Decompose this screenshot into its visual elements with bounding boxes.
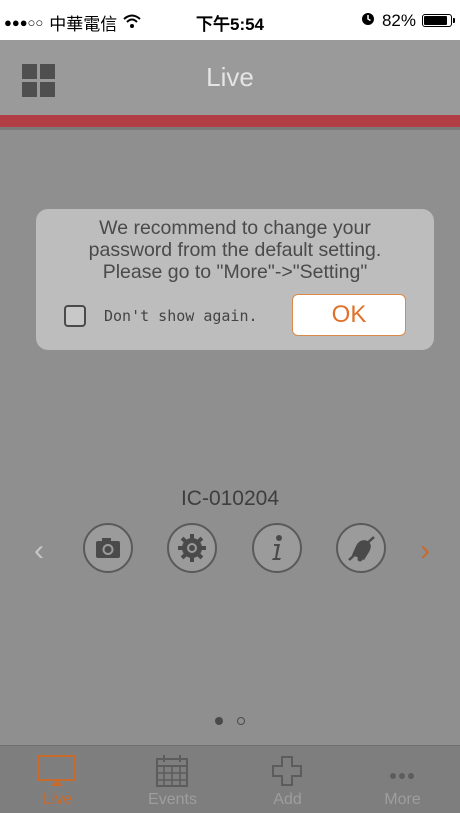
more-icon — [390, 773, 414, 779]
alarm-toggle-button[interactable] — [336, 523, 386, 573]
plus-icon — [272, 756, 302, 786]
calendar-icon — [156, 755, 188, 787]
tab-more[interactable]: More — [345, 746, 460, 813]
page-title: Live — [206, 62, 254, 92]
status-bar: ●●●○○ 中華電信 下午5:54 82% — [0, 0, 460, 40]
tab-events[interactable]: Events — [115, 746, 230, 813]
monitor-icon — [38, 755, 76, 786]
previous-camera-arrow[interactable]: ‹ — [34, 534, 44, 568]
tab-add[interactable]: Add — [230, 746, 345, 813]
camera-settings-button[interactable] — [167, 523, 217, 573]
tab-live[interactable]: Live — [0, 746, 115, 813]
next-camera-arrow[interactable]: › — [420, 534, 430, 568]
header-stripe — [0, 115, 460, 127]
dialog-message: We recommend to change your password fro… — [88, 217, 382, 283]
nav-bar: Live — [0, 40, 460, 115]
ok-button[interactable]: OK — [292, 294, 406, 336]
battery-percent: 82% — [381, 10, 416, 30]
snapshot-button[interactable] — [83, 523, 133, 573]
camera-info-button[interactable] — [252, 523, 302, 573]
camera-name: IC-010204 — [180, 487, 280, 510]
alarm-clock-icon — [360, 10, 376, 31]
page-dot-active — [214, 717, 223, 725]
dont-show-again-label[interactable]: Don't show again. — [104, 307, 258, 325]
dont-show-again-checkbox[interactable] — [64, 305, 86, 327]
page-indicator — [0, 712, 460, 730]
battery-icon — [422, 14, 455, 27]
gear-icon — [178, 534, 206, 562]
tab-bar: Live Events Add More — [0, 745, 460, 813]
camera-icon — [96, 538, 120, 558]
password-warning-dialog: We recommend to change your password fro… — [36, 209, 434, 350]
info-icon — [272, 535, 282, 560]
page-dot-inactive — [237, 717, 246, 725]
alarm-off-icon — [348, 536, 375, 562]
